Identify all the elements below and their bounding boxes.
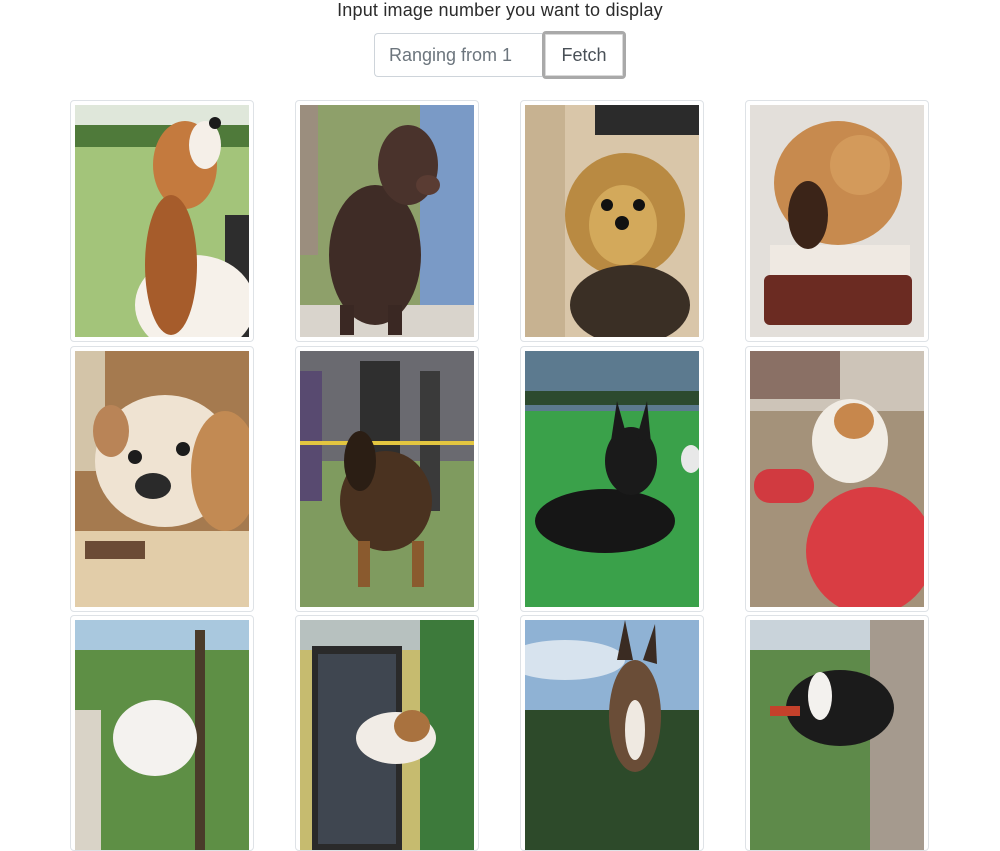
dog-image bbox=[300, 351, 474, 607]
image-card[interactable] bbox=[295, 346, 479, 612]
image-card[interactable] bbox=[70, 615, 254, 851]
dog-image bbox=[525, 620, 699, 850]
image-card[interactable] bbox=[520, 346, 704, 612]
image-card[interactable] bbox=[745, 100, 929, 342]
image-card[interactable] bbox=[295, 100, 479, 342]
dog-image bbox=[75, 620, 249, 850]
image-card[interactable] bbox=[520, 100, 704, 342]
fetch-button[interactable]: Fetch bbox=[542, 31, 626, 79]
dog-image bbox=[525, 351, 699, 607]
dog-image bbox=[300, 105, 474, 337]
dog-image bbox=[75, 351, 249, 607]
image-card[interactable] bbox=[295, 615, 479, 851]
dog-image bbox=[525, 105, 699, 337]
dog-image bbox=[750, 620, 924, 850]
dog-image bbox=[300, 620, 474, 850]
image-number-input[interactable] bbox=[374, 33, 542, 77]
image-card[interactable] bbox=[745, 346, 929, 612]
image-card[interactable] bbox=[520, 615, 704, 851]
dog-image bbox=[75, 105, 249, 337]
image-card[interactable] bbox=[745, 615, 929, 851]
prompt-label: Input image number you want to display bbox=[337, 0, 663, 20]
image-card[interactable] bbox=[70, 100, 254, 342]
dog-image bbox=[750, 351, 924, 607]
image-card[interactable] bbox=[70, 346, 254, 612]
dog-image bbox=[750, 105, 924, 337]
